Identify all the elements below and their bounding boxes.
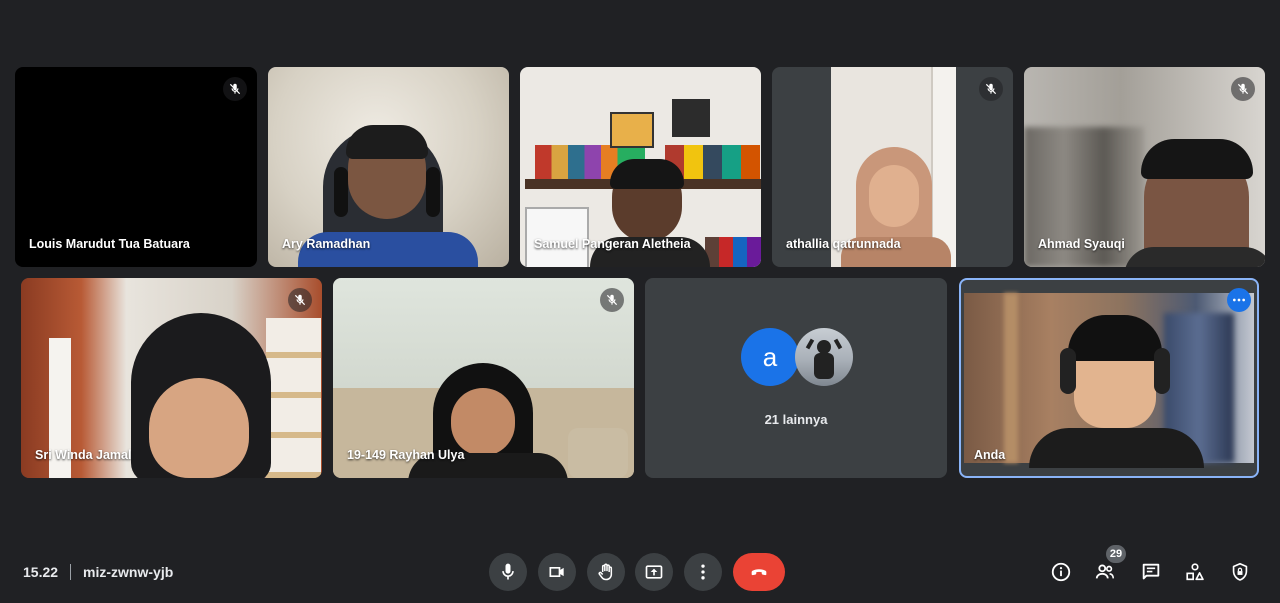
mic-off-icon [600, 288, 624, 312]
participant-name: Ahmad Syauqi [1038, 237, 1125, 251]
raise-hand-icon [598, 563, 613, 581]
participant-name: athallia qatrunnada [786, 237, 901, 251]
participant-name: Sri Winda Jamal [35, 448, 132, 462]
people-count-badge: 29 [1106, 545, 1126, 563]
present-button[interactable] [635, 553, 673, 591]
mic-off-icon [288, 288, 312, 312]
participant-name: Ary Ramadhan [282, 237, 371, 251]
camera-icon [549, 567, 564, 577]
raise-hand-button[interactable] [587, 553, 625, 591]
mic-off-icon [979, 77, 1003, 101]
mic-off-icon [1231, 77, 1255, 101]
more-icon [701, 564, 705, 580]
others-count-label: 21 lainnya [764, 412, 828, 427]
chat-icon [1142, 563, 1160, 580]
clock-time: 15.22 [23, 564, 59, 580]
activities-button[interactable] [1183, 560, 1207, 584]
mic-off-icon [223, 77, 247, 101]
avatar: a [741, 328, 799, 386]
people-icon [1095, 564, 1115, 579]
participant-name: Samuel Pangeran Aletheia [534, 237, 691, 251]
camera-button[interactable] [538, 553, 576, 591]
info-icon [1051, 562, 1071, 582]
mic-icon [502, 563, 514, 580]
participant-tile-self[interactable]: Anda [959, 278, 1259, 478]
leave-call-button[interactable] [733, 553, 785, 591]
participant-tile-sri-winda[interactable]: Sri Winda Jamal [21, 278, 322, 478]
activities-icon [1186, 563, 1204, 581]
participant-tile-ary[interactable]: Ary Ramadhan [268, 67, 509, 267]
more-options-icon[interactable] [1227, 288, 1251, 312]
chat-button[interactable] [1139, 560, 1163, 584]
participant-name: Anda [974, 448, 1006, 462]
hangup-icon [751, 569, 767, 576]
participant-tile-samuel[interactable]: Samuel Pangeran Aletheia [520, 67, 761, 267]
participant-name: 19-149 Rayhan Ulya [347, 448, 465, 462]
present-icon [645, 565, 663, 579]
participant-name: Louis Marudut Tua Batuara [29, 237, 190, 251]
host-controls-icon [1232, 562, 1248, 581]
host-controls-button[interactable] [1228, 560, 1252, 584]
meeting-info: 15.22 miz-zwnw-yjb [23, 563, 173, 581]
participant-tile-rayhan[interactable]: 19-149 Rayhan Ulya [333, 278, 634, 478]
participant-tile-louis[interactable]: Louis Marudut Tua Batuara [15, 67, 257, 267]
meeting-code: miz-zwnw-yjb [83, 564, 174, 580]
meeting-details-button[interactable] [1049, 560, 1073, 584]
avatar [795, 328, 853, 386]
more-options-button[interactable] [684, 553, 722, 591]
participant-tile-athallia[interactable]: athallia qatrunnada [772, 67, 1013, 267]
people-button[interactable] [1093, 560, 1117, 584]
video-feed [964, 293, 1254, 468]
microphone-button[interactable] [489, 553, 527, 591]
others-tile[interactable]: a 21 lainnya [645, 278, 947, 478]
divider [70, 564, 72, 580]
participant-tile-ahmad[interactable]: Ahmad Syauqi [1024, 67, 1265, 267]
